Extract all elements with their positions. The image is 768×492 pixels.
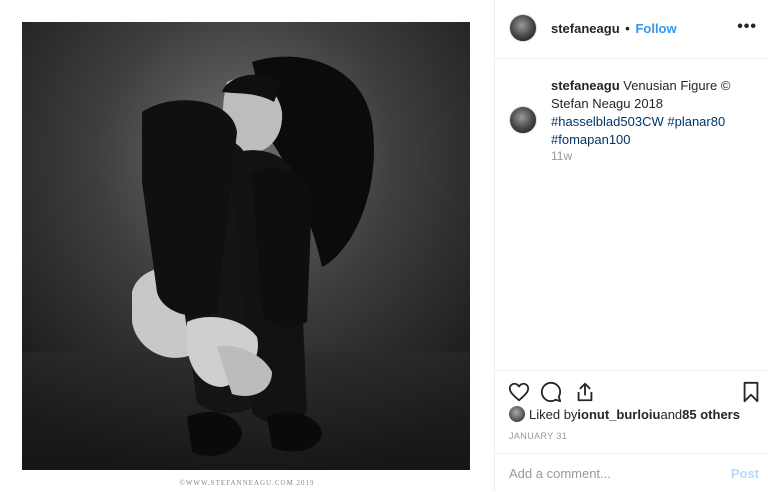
likes-line: Liked by ionut_burloiu and 85 others: [509, 406, 740, 422]
others-link[interactable]: 85 others: [682, 407, 740, 422]
follow-button[interactable]: Follow: [635, 21, 676, 36]
comment-bar: Post: [495, 453, 768, 492]
header-line: stefaneagu • Follow: [551, 21, 677, 36]
comment-input[interactable]: [509, 466, 709, 481]
liked-by-and: and: [660, 406, 683, 422]
post-sidebar: stefaneagu • Follow ••• stefaneagu Venus…: [494, 0, 768, 491]
caption-username[interactable]: stefaneagu: [551, 78, 620, 93]
liker-avatar[interactable]: [509, 406, 525, 422]
post-caption: stefaneagu Venusian Figure © Stefan Neag…: [551, 77, 751, 149]
avatar[interactable]: [509, 14, 537, 42]
hashtag-link[interactable]: #planar80: [667, 114, 725, 129]
photo-panel: ©WWW.STEFANNEAGU.COM 2019: [0, 0, 494, 491]
more-icon[interactable]: •••: [737, 18, 757, 36]
caption-age[interactable]: 11w: [551, 149, 572, 163]
hashtag-link[interactable]: #fomapan100: [551, 132, 631, 147]
photo-figure: [22, 22, 470, 470]
caption-avatar[interactable]: [509, 106, 537, 134]
liked-by-prefix: Liked by: [529, 406, 578, 422]
username-link[interactable]: stefaneagu: [551, 21, 620, 36]
heart-icon[interactable]: [507, 380, 531, 404]
share-icon[interactable]: [573, 380, 597, 404]
liker-username[interactable]: ionut_burloiu: [577, 407, 660, 422]
post-header: stefaneagu • Follow •••: [495, 0, 768, 59]
post-photo[interactable]: [22, 22, 470, 470]
hashtag-link[interactable]: #hasselblad503CW: [551, 114, 664, 129]
post-date[interactable]: JANUARY 31: [509, 431, 567, 441]
separator-dot: •: [625, 21, 630, 36]
post-button[interactable]: Post: [731, 466, 759, 481]
comment-icon[interactable]: [539, 380, 563, 404]
photo-watermark: ©WWW.STEFANNEAGU.COM 2019: [179, 479, 315, 487]
bookmark-icon[interactable]: [739, 380, 763, 404]
actions-divider: [495, 370, 768, 372]
